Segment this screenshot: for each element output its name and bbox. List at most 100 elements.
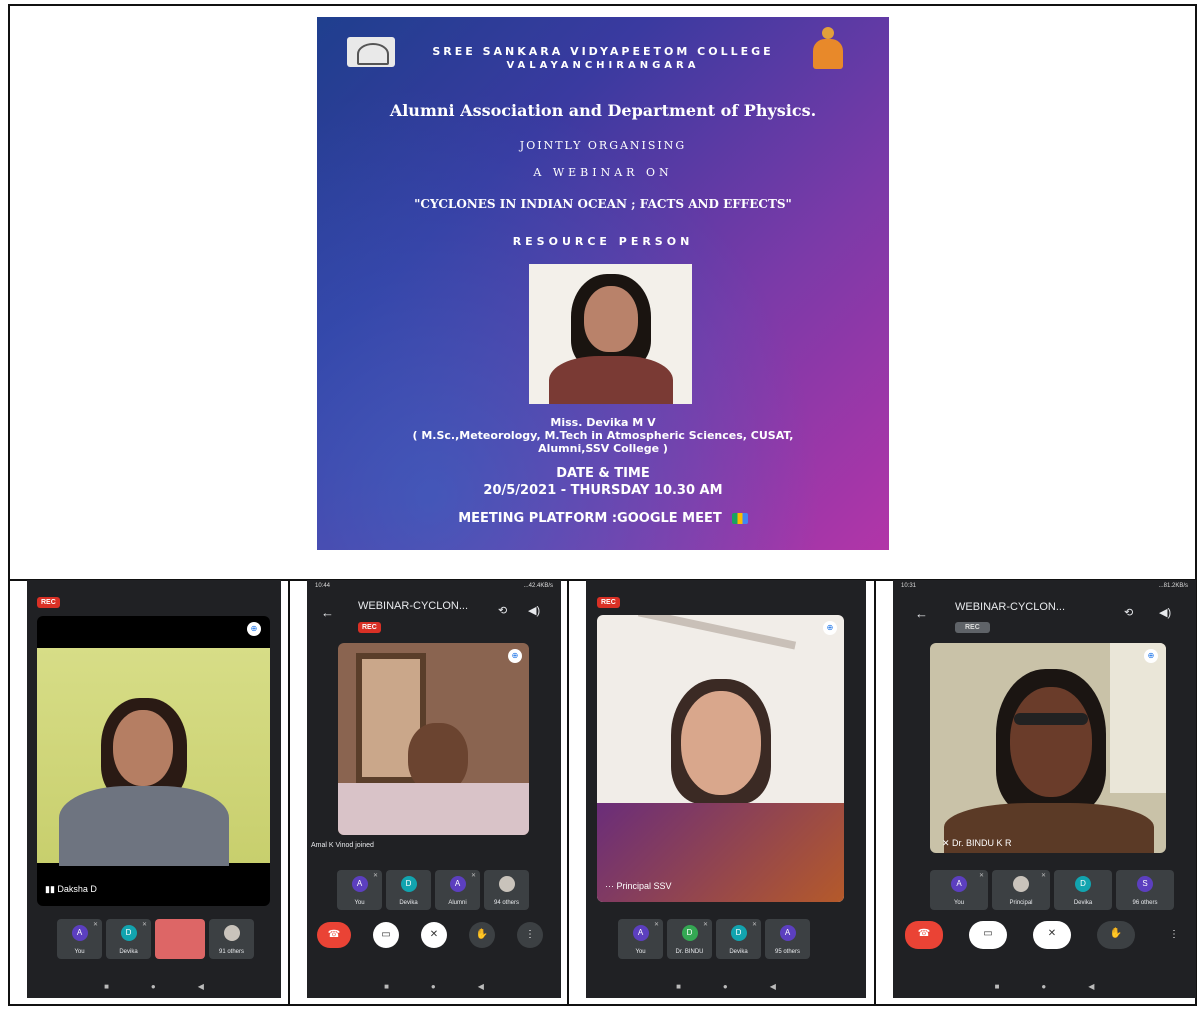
participant-tile[interactable]: A ✕ You xyxy=(618,919,663,959)
pin-icon[interactable]: ⊕ xyxy=(1144,649,1158,663)
speaker-qualification: ( M.Sc.,Meteorology, M.Tech in Atmospher… xyxy=(412,429,794,442)
speaker-icon[interactable]: ◀) xyxy=(1159,606,1171,619)
back-arrow-icon[interactable]: ← xyxy=(321,605,334,620)
mic-off-icon: ✕ xyxy=(978,873,984,879)
participant-tile[interactable]: 91 others xyxy=(209,919,254,959)
status-time: 10:44 xyxy=(315,583,331,589)
back-icon[interactable]: ◀ xyxy=(770,982,776,991)
participant-tile[interactable]: D ✕ Dr. BINDU xyxy=(667,919,712,959)
pin-icon[interactable]: ⊕ xyxy=(823,621,837,635)
participant-tile[interactable]: S 96 others xyxy=(1116,870,1174,910)
pin-icon[interactable]: ⊕ xyxy=(508,649,522,663)
speaker-photo xyxy=(529,264,692,404)
status-network: ...81.2KB/s xyxy=(1158,583,1188,589)
speaker-name-label: ··· Principal SSV xyxy=(605,881,672,891)
back-icon[interactable]: ◀ xyxy=(198,982,204,991)
meeting-title[interactable]: WEBINAR-CYCLON... xyxy=(955,601,1065,613)
mic-off-icon[interactable]: ✕ xyxy=(421,922,447,948)
meeting-title[interactable]: WEBINAR-CYCLON... xyxy=(358,600,468,612)
rec-badge: REC xyxy=(955,622,990,633)
switch-camera-icon[interactable]: ⟲ xyxy=(498,604,507,617)
participant-tile-video[interactable] xyxy=(155,919,205,959)
camera-off-icon[interactable]: ▭ xyxy=(969,921,1007,949)
column-divider xyxy=(288,581,290,1006)
tile-label: You xyxy=(74,949,85,955)
avatar: D xyxy=(681,925,698,941)
avatar: D xyxy=(400,876,417,892)
participant-tile[interactable]: A ✕ You xyxy=(337,870,382,910)
android-nav-bar: ■ ● ◀ xyxy=(586,974,866,998)
rec-badge: REC xyxy=(358,622,381,633)
avatar: A xyxy=(351,876,368,892)
tile-label: Principal xyxy=(1009,900,1033,906)
recents-icon[interactable]: ■ xyxy=(384,982,389,991)
jointly-text: JOINTLY ORGANISING xyxy=(519,139,687,152)
webinar-on-text: A WEBINAR ON xyxy=(533,166,673,179)
android-nav-bar: ■ ● ◀ xyxy=(307,974,561,998)
pin-icon[interactable]: ⊕ xyxy=(247,622,261,636)
college-place: VALAYANCHIRANGARA xyxy=(506,60,700,71)
tile-label: Devika xyxy=(1073,900,1093,906)
participant-tile[interactable]: A 95 others xyxy=(765,919,810,959)
back-icon[interactable]: ◀ xyxy=(1088,982,1094,991)
college-name: SREE SANKARA VIDYAPEETOM COLLEGE xyxy=(432,45,774,58)
tile-label: Dr. BINDU xyxy=(675,949,704,955)
recents-icon[interactable]: ■ xyxy=(995,982,1000,991)
tile-label: Alumni xyxy=(448,900,467,906)
raise-hand-icon[interactable]: ✋ xyxy=(1097,921,1135,949)
android-nav-bar: ■ ● ◀ xyxy=(893,974,1196,998)
meet-screenshot-3: REC ⊕ ··· Principal SSV A ✕ You D ✕ Dr. BIND… xyxy=(586,580,866,998)
participant-tile[interactable]: 94 others xyxy=(484,870,529,910)
switch-camera-icon[interactable]: ⟲ xyxy=(1124,606,1133,619)
mic-off-icon: ✕ xyxy=(141,922,147,928)
more-icon[interactable]: ⋮ xyxy=(1161,922,1187,948)
end-call-icon[interactable]: ☎ xyxy=(905,921,943,949)
main-video: ⊕ ··· Principal SSV xyxy=(597,615,844,902)
participant-tile[interactable]: D Devika xyxy=(1054,870,1112,910)
participant-tile[interactable]: ✕ Principal xyxy=(992,870,1050,910)
tile-label: Devika xyxy=(119,949,138,955)
back-icon[interactable]: ◀ xyxy=(478,982,484,991)
call-controls: ☎ ▭ ✕ ✋ ⋮ xyxy=(317,922,543,948)
date-value: 20/5/2021 - THURSDAY 10.30 AM xyxy=(483,483,723,498)
participant-tile[interactable]: D ✕ Devika xyxy=(716,919,761,959)
end-call-icon[interactable]: ☎ xyxy=(317,922,351,948)
platform-line: MEETING PLATFORM :GOOGLE MEET xyxy=(317,511,889,526)
status-time: 10:31 xyxy=(901,583,917,589)
rec-badge: REC xyxy=(597,597,620,608)
participant-tile[interactable]: A ✕ Alumni xyxy=(435,870,480,910)
home-icon[interactable]: ● xyxy=(1041,982,1046,991)
mic-off-icon: ✕ xyxy=(372,873,378,879)
status-bar: 10:44 ...42.4KB/s xyxy=(307,580,561,594)
home-icon[interactable]: ● xyxy=(151,982,156,991)
speaker-icon[interactable]: ◀) xyxy=(528,604,540,617)
speaker-name: Miss. Devika M V xyxy=(550,416,656,429)
tile-label: 94 others xyxy=(493,900,520,906)
mic-off-icon[interactable]: ✕ xyxy=(1033,921,1071,949)
participant-tiles: A ✕ You D Devika A ✕ Alumni 94 others xyxy=(337,870,529,910)
main-video: ⊕ ✕ Dr. BINDU K R xyxy=(930,643,1166,853)
participant-tile[interactable]: D Devika xyxy=(386,870,431,910)
webinar-poster: SREE SANKARA VIDYAPEETOM COLLEGE VALAYAN… xyxy=(317,17,889,550)
mic-off-icon: ✕ xyxy=(1040,873,1046,879)
participant-tile[interactable]: D ✕ Devika xyxy=(106,919,151,959)
mic-off-icon: ✕ xyxy=(470,873,476,879)
back-arrow-icon[interactable]: ← xyxy=(915,606,928,621)
rec-badge: REC xyxy=(37,597,60,608)
home-icon[interactable]: ● xyxy=(723,982,728,991)
participant-tile[interactable]: A ✕ You xyxy=(57,919,102,959)
status-network: ...42.4KB/s xyxy=(523,583,553,589)
recents-icon[interactable]: ■ xyxy=(104,982,109,991)
speaker-affiliation: Alumni,SSV College ) xyxy=(538,442,668,455)
organizer-title: Alumni Association and Department of Phy… xyxy=(389,101,817,120)
avatar-group xyxy=(498,876,515,892)
raise-hand-icon[interactable]: ✋ xyxy=(469,922,495,948)
more-icon[interactable]: ⋮ xyxy=(517,922,543,948)
speaker-name-label: ▮▮ Daksha D xyxy=(45,884,97,895)
camera-off-icon[interactable]: ▭ xyxy=(373,922,399,948)
participant-tile[interactable]: A ✕ You xyxy=(930,870,988,910)
recents-icon[interactable]: ■ xyxy=(676,982,681,991)
tile-label: 91 others xyxy=(218,949,245,955)
participant-tiles: A ✕ You D ✕ Devika 91 others xyxy=(57,919,254,959)
home-icon[interactable]: ● xyxy=(431,982,436,991)
